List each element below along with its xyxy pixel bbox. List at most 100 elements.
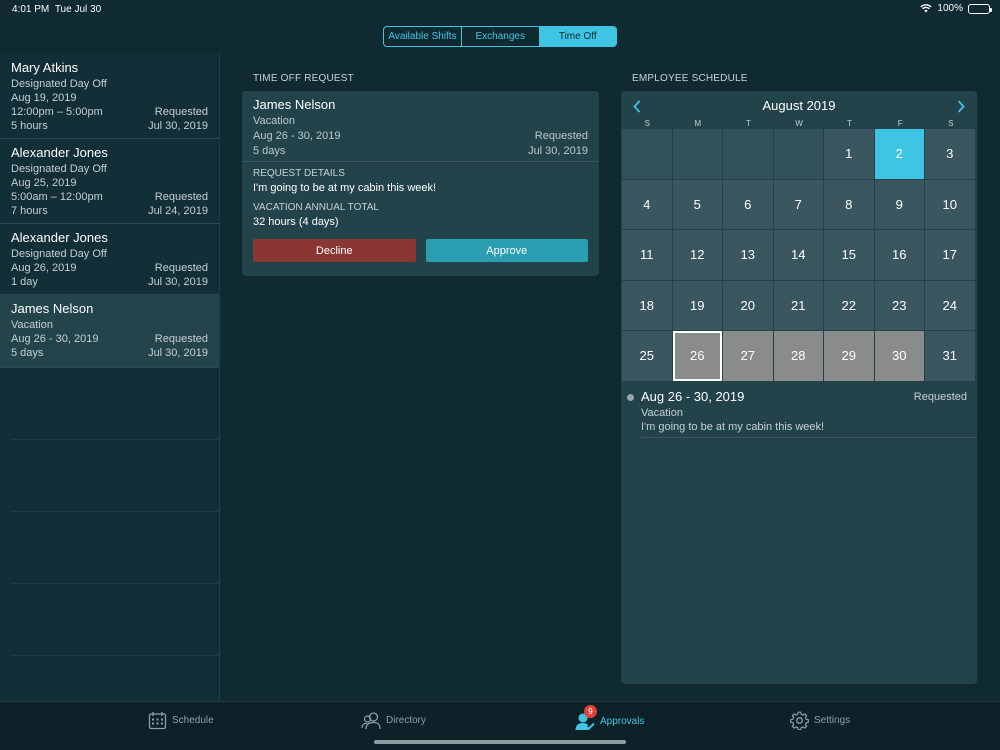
request-submitted: Jul 24, 2019 (148, 205, 208, 217)
calendar-day-31[interactable]: 31 (925, 331, 975, 381)
request-type: Designated Day Off (11, 248, 107, 260)
request-time: 5:00am – 12:00pm (11, 191, 103, 203)
calendar-day-12[interactable]: 12 (672, 230, 722, 280)
calendar-day-1[interactable]: 1 (824, 129, 874, 179)
tab-approvals[interactable]: 9 Approvals (575, 705, 645, 731)
status-time: 4:01 PM Tue Jul 30 (12, 4, 102, 15)
calendar-day-empty (773, 129, 823, 179)
calendar-day-9[interactable]: 9 (874, 179, 924, 229)
list-item[interactable]: Alexander Jones Designated Day Off Aug 2… (0, 139, 219, 224)
annual-total-label: VACATION ANNUAL TOTAL (253, 202, 379, 213)
empty-row (11, 512, 219, 584)
request-name: James Nelson (11, 301, 94, 316)
calendar-day-22[interactable]: 22 (824, 280, 874, 330)
request-duration: 1 day (11, 276, 38, 288)
list-item-selected[interactable]: James Nelson Vacation Aug 26 - 30, 2019 R… (0, 295, 219, 368)
detail-type: Vacation (253, 115, 295, 127)
calendar-day-16[interactable]: 16 (874, 230, 924, 280)
wifi-icon (920, 4, 933, 13)
chevron-left-icon[interactable] (629, 97, 645, 115)
calendar-day-20[interactable]: 20 (723, 280, 773, 330)
calendar-day-23[interactable]: 23 (874, 280, 924, 330)
calendar-day-6[interactable]: 6 (723, 179, 773, 229)
calendar-day-8[interactable]: 8 (824, 179, 874, 229)
calendar-day-15[interactable]: 15 (824, 230, 874, 280)
tab-schedule[interactable]: Schedule (148, 711, 214, 730)
detail-submitted: Jul 30, 2019 (528, 145, 588, 157)
segment-available-shifts[interactable]: Available Shifts (384, 27, 462, 46)
people-icon (361, 712, 381, 730)
request-date: Aug 19, 2019 (11, 92, 77, 104)
detail-status: Requested (534, 130, 588, 142)
calendar-day-10[interactable]: 10 (925, 179, 975, 229)
tab-directory[interactable]: Directory (361, 711, 426, 730)
time-off-request-title: TIME OFF REQUEST (253, 73, 354, 84)
tab-label: Approvals (600, 715, 645, 727)
home-indicator (374, 740, 626, 744)
annual-total-value: 32 hours (4 days) (253, 216, 339, 228)
tab-label: Directory (386, 715, 427, 726)
calendar-day-2[interactable]: 2 (874, 129, 924, 179)
chevron-right-icon[interactable] (953, 97, 969, 115)
detail-duration: 5 days (253, 145, 286, 157)
calendar-day-7[interactable]: 7 (773, 179, 823, 229)
calendar: August 2019 SMTWTFS 1 2 3 4 5 6 7 8 9 10 11 12 13 14 1… (621, 91, 977, 684)
calendar-day-29[interactable]: 29 (824, 331, 874, 381)
empty-row (11, 440, 219, 512)
request-detail-card: James Nelson Vacation Aug 26 - 30, 2019 R… (242, 91, 599, 276)
calendar-day-11[interactable]: 11 (622, 230, 672, 280)
calendar-grid: 1 2 3 4 5 6 7 8 9 10 11 12 13 14 15 16 17 18 19 20 21 22 23 24 2… (622, 129, 976, 381)
request-status: Requested (154, 106, 208, 118)
weekday-label: F (897, 119, 903, 128)
calendar-month: August 2019 (762, 98, 836, 113)
weekday-label: T (746, 119, 751, 128)
request-date: Aug 26 - 30, 2019 (11, 333, 99, 345)
tab-label: Schedule (172, 715, 214, 726)
event-status: Requested (913, 391, 967, 403)
segment-exchanges[interactable]: Exchanges (462, 27, 540, 46)
schedule-event[interactable]: Aug 26 - 30, 2019 Requested Vacation I'm… (621, 389, 977, 434)
request-status: Requested (154, 333, 208, 345)
calendar-day-21[interactable]: 21 (773, 280, 823, 330)
request-details-text: I'm going to be at my cabin this week! (253, 182, 437, 194)
calendar-day-28[interactable]: 28 (773, 331, 823, 381)
weekday-label: W (795, 119, 803, 128)
request-date: Aug 26, 2019 (11, 262, 77, 274)
calendar-day-14[interactable]: 14 (773, 230, 823, 280)
list-item[interactable]: Mary Atkins Designated Day Off Aug 19, 2… (0, 54, 219, 139)
calendar-day-18[interactable]: 18 (622, 280, 672, 330)
calendar-day-30[interactable]: 30 (874, 331, 924, 381)
segment-time-off[interactable]: Time Off (539, 27, 616, 46)
weekday-label: T (847, 119, 853, 128)
calendar-day-3[interactable]: 3 (925, 129, 975, 179)
calendar-icon (148, 712, 167, 730)
request-duration: 5 hours (11, 120, 48, 132)
list-item[interactable]: Alexander Jones Designated Day Off Aug 2… (0, 224, 219, 295)
calendar-day-26[interactable]: 26 (672, 331, 722, 381)
calendar-day-25[interactable]: 25 (622, 331, 672, 381)
decline-button[interactable]: Decline (253, 239, 416, 262)
weekday-label: M (694, 119, 702, 128)
calendar-day-13[interactable]: 13 (723, 230, 773, 280)
event-note: I'm going to be at my cabin this week! (641, 421, 825, 433)
calendar-day-24[interactable]: 24 (925, 280, 975, 330)
request-name: Alexander Jones (11, 230, 108, 245)
approvals-badge: 9 (584, 705, 597, 718)
calendar-day-19[interactable]: 19 (672, 280, 722, 330)
request-status: Requested (154, 262, 208, 274)
calendar-day-5[interactable]: 5 (672, 179, 722, 229)
gear-icon (790, 711, 809, 730)
weekday-header: SMTWTFS (622, 119, 976, 128)
tab-settings[interactable]: Settings (790, 711, 850, 730)
calendar-day-17[interactable]: 17 (925, 230, 975, 280)
request-submitted: Jul 30, 2019 (148, 347, 208, 359)
battery-percent: 100% (937, 3, 963, 14)
approve-button[interactable]: Approve (425, 239, 588, 262)
request-duration: 5 days (11, 347, 44, 359)
employee-schedule-title: EMPLOYEE SCHEDULE (632, 73, 748, 84)
calendar-day-empty (672, 129, 722, 179)
calendar-day-4[interactable]: 4 (622, 179, 672, 229)
request-list: Mary Atkins Designated Day Off Aug 19, 2… (0, 54, 220, 701)
calendar-day-27[interactable]: 27 (723, 331, 773, 381)
request-submitted: Jul 30, 2019 (148, 276, 208, 288)
